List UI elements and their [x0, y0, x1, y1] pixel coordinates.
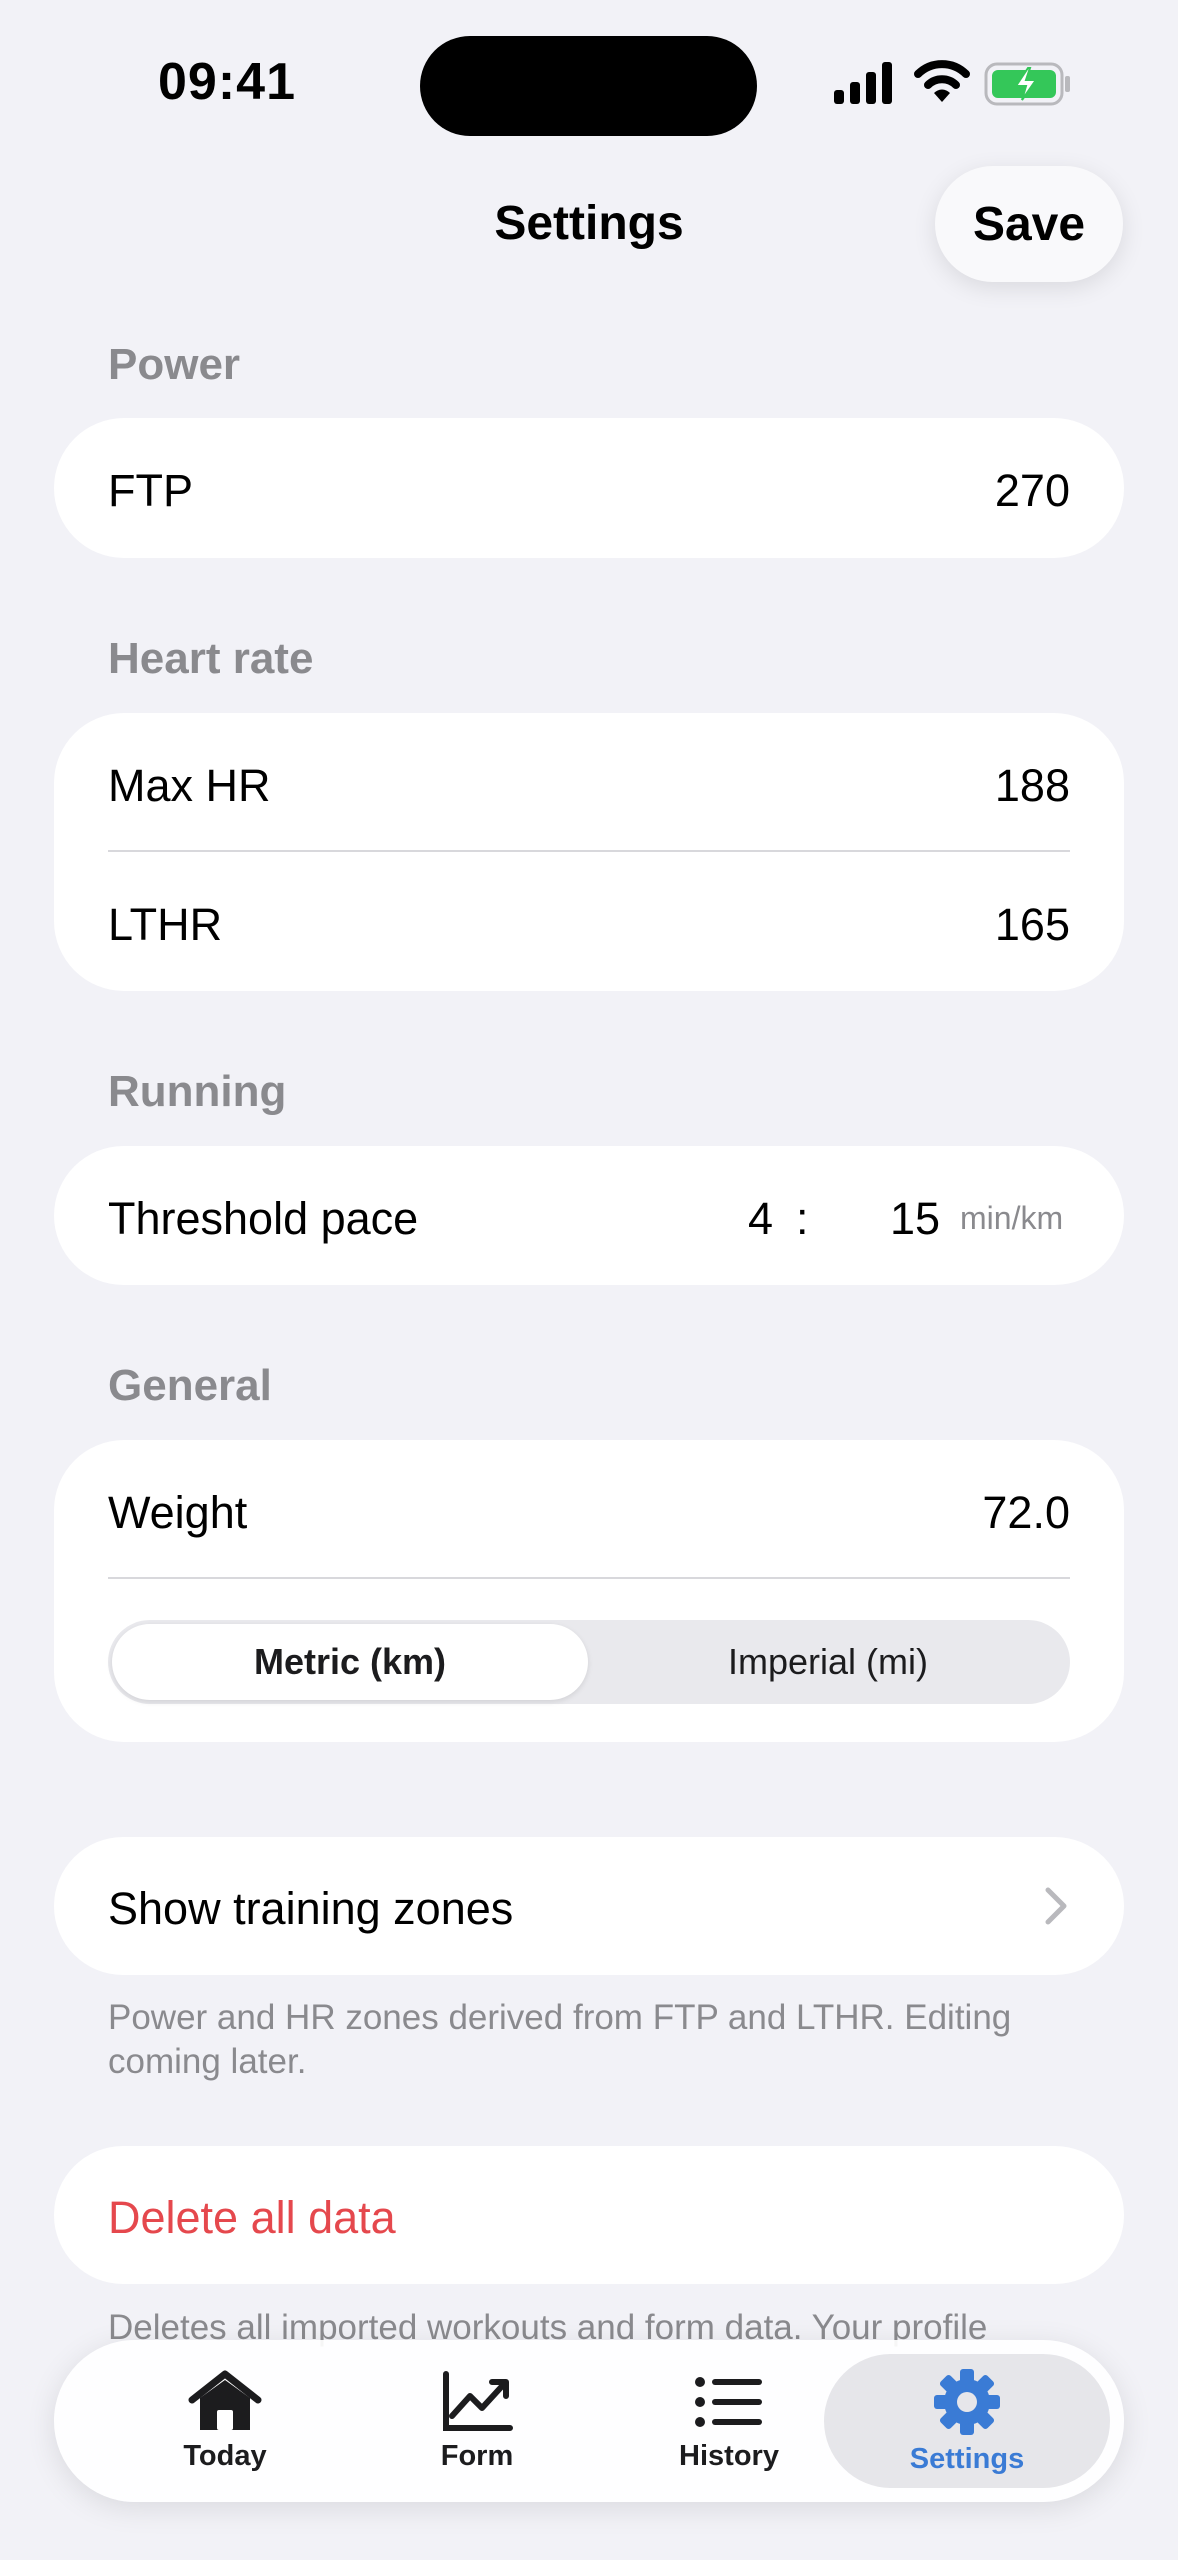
show-training-zones-row[interactable]: Show training zones [54, 1837, 1124, 1975]
save-button[interactable]: Save [935, 166, 1123, 282]
row-divider [108, 850, 1070, 852]
delete-all-data-label: Delete all data [108, 2192, 396, 2243]
general-card: Weight 72.0 Metric (km) Imperial (mi) [54, 1440, 1124, 1742]
ftp-input[interactable]: 270 [995, 465, 1070, 517]
ftp-label: FTP [108, 465, 193, 516]
threshold-pace-row: Threshold pace 4 : 15 min/km [54, 1146, 1124, 1285]
battery-charging-icon [984, 62, 1070, 106]
tab-label-today: Today [183, 2439, 267, 2472]
pace-unit: min/km [960, 1200, 1064, 1236]
section-header-power: Power [108, 340, 241, 389]
list-icon [695, 2376, 762, 2427]
lthr-input[interactable]: 165 [995, 899, 1070, 951]
tab-label-history: History [679, 2439, 779, 2472]
section-header-heart-rate: Heart rate [108, 634, 314, 683]
heart-rate-card: Max HR 188 LTHR 165 [54, 713, 1124, 991]
wifi-icon [914, 60, 970, 102]
lthr-label: LTHR [108, 899, 223, 950]
zones-footnote: Power and HR zones derived from FTP and … [108, 1998, 1012, 2081]
ftp-row[interactable]: FTP 270 [54, 418, 1124, 558]
units-segmented-control: Metric (km) Imperial (mi) [108, 1620, 1070, 1704]
pace-separator: : [796, 1193, 809, 1244]
section-header-general: General [108, 1361, 272, 1410]
max-hr-label: Max HR [108, 760, 271, 811]
status-time: 09:41 [158, 53, 296, 111]
weight-input[interactable]: 72.0 [982, 1487, 1070, 1539]
weight-label: Weight [108, 1487, 248, 1538]
show-training-zones-label: Show training zones [108, 1883, 514, 1934]
row-divider [108, 1577, 1070, 1579]
tab-label-form: Form [440, 2439, 514, 2472]
segment-metric[interactable]: Metric (km) [112, 1620, 588, 1704]
pace-minutes-input[interactable]: 4 [748, 1193, 773, 1245]
cellular-signal-icon [834, 62, 892, 104]
threshold-pace-label: Threshold pace [108, 1193, 419, 1244]
chart-line-icon [443, 2370, 513, 2431]
tab-form[interactable]: Form [352, 2340, 602, 2502]
tab-bar: Today Form History Settings [54, 2340, 1124, 2502]
gear-icon [934, 2368, 1000, 2435]
segment-imperial[interactable]: Imperial (mi) [590, 1620, 1066, 1704]
dynamic-island [420, 36, 757, 136]
delete-all-data-row[interactable]: Delete all data [54, 2146, 1124, 2284]
section-header-running: Running [108, 1067, 287, 1116]
pace-seconds-input[interactable]: 15 [890, 1193, 940, 1245]
max-hr-input[interactable]: 188 [995, 760, 1070, 812]
tab-settings[interactable]: Settings [842, 2340, 1092, 2502]
tab-label-settings: Settings [909, 2442, 1025, 2475]
tab-history[interactable]: History [604, 2340, 854, 2502]
tab-today[interactable]: Today [100, 2340, 350, 2502]
chevron-right-icon [1045, 1887, 1067, 1925]
house-icon [188, 2370, 262, 2430]
